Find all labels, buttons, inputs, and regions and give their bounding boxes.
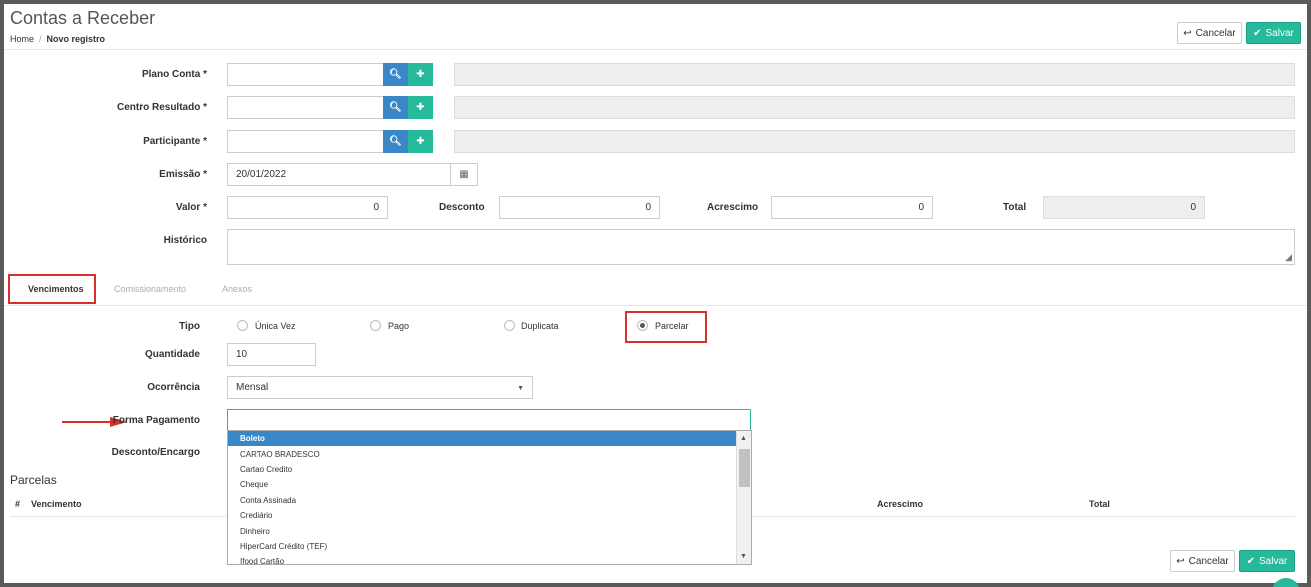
historico-textarea[interactable]: ◢ [227,229,1295,265]
col-header-index: # [15,499,21,509]
page-title: Contas a Receber [10,8,156,28]
scroll-down-icon[interactable]: ▼ [740,553,747,560]
breadcrumb-current: Novo registro [46,34,106,44]
col-header-vencimento: Vencimento [31,499,82,509]
participante-add-button[interactable]: ✚ [408,130,433,153]
ocorrencia-label: Ocorrência [147,382,200,393]
centro-resultado-input[interactable] [227,96,384,119]
scroll-up-icon[interactable]: ▲ [740,435,747,442]
tipo-label: Tipo [179,321,200,332]
plano-conta-label: Plano Conta * [141,69,207,80]
dropdown-scrollbar[interactable]: ▲ ▼ [736,431,751,564]
radio-unica-vez-label: Única Vez [255,321,296,331]
dropdown-option[interactable]: Cartao Credito [228,462,751,477]
dropdown-option[interactable]: Ifood Cartão [228,554,751,564]
cancel-button-bottom[interactable]: ↩ Cancelar [1170,550,1235,572]
participante-description [454,130,1295,153]
tab-anexos[interactable]: Anexos [222,284,252,294]
radio-unica-vez[interactable] [237,320,248,331]
dropdown-option[interactable]: HiperCard Crédito (TEF) [228,539,751,554]
valor-input[interactable]: 0 [227,196,388,219]
acrescimo-label: Acrescimo [707,202,759,213]
forma-pagamento-select[interactable] [227,409,751,432]
plano-conta-add-button[interactable]: ✚ [408,63,433,86]
col-header-acrescimo: Acrescimo [877,499,924,509]
plus-icon: ✚ [416,69,425,80]
plus-icon: ✚ [416,102,425,113]
save-button-bottom[interactable]: ✔ Salvar [1239,550,1295,572]
historico-label: Histórico [163,235,207,246]
radio-duplicata-label: Duplicata [521,321,559,331]
acrescimo-input[interactable]: 0 [771,196,933,219]
radio-pago[interactable] [370,320,381,331]
dropdown-option[interactable]: Cheque [228,477,751,492]
centro-resultado-label: Centro Resultado * [116,102,207,113]
dropdown-option[interactable]: Dinheiro [228,523,751,538]
centro-resultado-add-button[interactable]: ✚ [408,96,433,119]
undo-icon: ↩ [1176,555,1185,567]
breadcrumb-home[interactable]: Home [10,34,34,44]
resize-handle-icon[interactable]: ◢ [1285,252,1292,263]
radio-duplicata[interactable] [504,320,515,331]
cancel-button-top[interactable]: ↩ Cancelar [1177,22,1242,44]
tabs-divider [4,305,1307,306]
search-icon: 🔍︎ [389,136,402,147]
participante-search-button[interactable]: 🔍︎ [383,130,408,153]
total-label: Total [1003,202,1027,213]
plano-conta-search-button[interactable]: 🔍︎ [383,63,408,86]
check-icon: ✔ [1246,555,1256,567]
save-button-top[interactable]: ✔ Salvar [1246,22,1301,44]
breadcrumb: Home / Novo registro [10,34,105,44]
search-icon: 🔍︎ [389,102,402,113]
radio-parcelar[interactable] [637,320,648,331]
dropdown-option-boleto[interactable]: Boleto [228,431,751,447]
parcelas-title: Parcelas [10,473,57,487]
participante-input[interactable] [227,130,384,153]
ocorrencia-select[interactable]: Mensal ▼ [227,376,533,399]
plus-icon: ✚ [416,136,425,147]
breadcrumb-separator: / [39,34,42,44]
radio-pago-label: Pago [388,321,410,331]
app-window: Contas a Receber Home / Novo registro ↩ Can… [0,0,1311,587]
caret-down-icon: ▼ [517,385,524,392]
ocorrencia-select-value: Mensal [236,382,269,393]
forma-pagamento-label: Forma Pagamento [112,415,200,426]
emissao-label: Emissão * [159,169,207,180]
tab-vencimentos[interactable]: Vencimentos [28,284,84,294]
search-icon: 🔍︎ [389,69,402,80]
dropdown-option[interactable]: CARTAO BRADESCO [228,446,751,461]
emissao-date-input[interactable]: 20/01/2022 [227,163,451,186]
total-display: 0 [1043,196,1205,219]
scrollbar-thumb[interactable] [739,449,750,487]
forma-pagamento-dropdown[interactable]: Boleto CARTAO BRADESCO Cartao Credito Ch… [227,430,752,565]
undo-icon: ↩ [1183,27,1192,39]
desconto-encargo-label: Desconto/Encargo [111,447,200,458]
centro-resultado-search-button[interactable]: 🔍︎ [383,96,408,119]
desconto-label: Desconto [439,202,485,213]
page-header: Contas a Receber Home / Novo registro ↩ Can… [4,4,1307,50]
radio-parcelar-label: Parcelar [655,321,689,331]
check-icon: ✔ [1253,27,1262,39]
dropdown-option[interactable]: Conta Assinada [228,493,751,508]
quantidade-label: Quantidade [144,349,200,360]
col-header-total: Total [1089,499,1110,509]
plano-conta-input[interactable] [227,63,384,86]
valor-label: Valor * [175,202,207,213]
plano-conta-description [454,63,1295,86]
tab-comissionamento[interactable]: Comissionamento [114,284,186,294]
participante-label: Participante * [143,136,207,147]
calendar-icon[interactable]: ▦ [450,163,478,186]
quantidade-input[interactable]: 10 [227,343,316,366]
dropdown-option[interactable]: Crediário [228,508,751,523]
desconto-input[interactable]: 0 [499,196,660,219]
centro-resultado-description [454,96,1295,119]
